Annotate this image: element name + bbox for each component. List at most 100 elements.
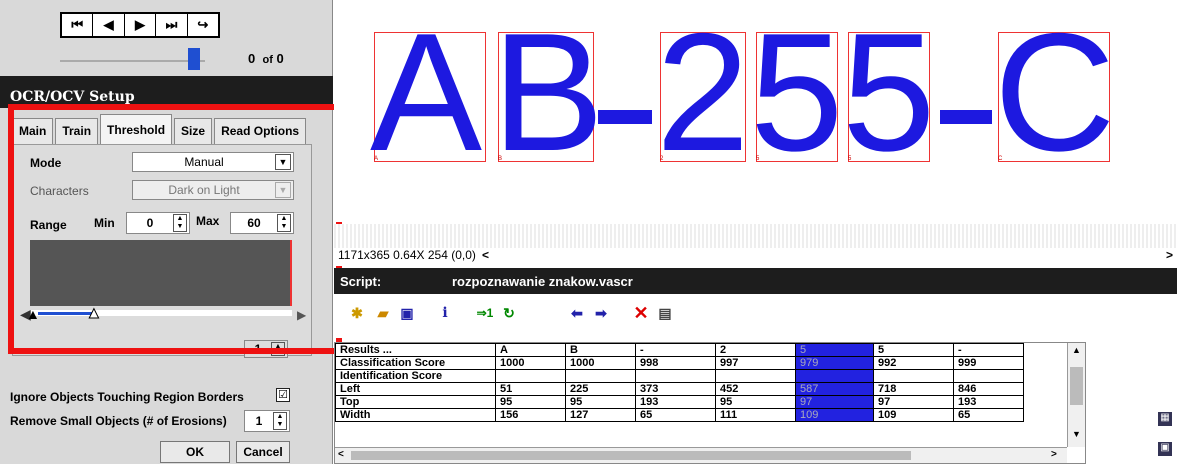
table-cell: 225 xyxy=(565,382,636,396)
frame-counter: 0 of 0 xyxy=(248,51,284,66)
table-cell: 998 xyxy=(635,356,716,370)
first-icon: ⏮ xyxy=(71,17,84,32)
table-cell: 452 xyxy=(715,382,796,396)
side-tool-icon[interactable]: ▦ xyxy=(1158,412,1172,426)
loop-icon: ↪ xyxy=(197,17,209,32)
cancel-button[interactable]: Cancel xyxy=(236,441,290,463)
first-frame-button[interactable]: ⏮ xyxy=(62,14,94,36)
table-header-cell: 5 xyxy=(795,343,874,357)
table-cell: 997 xyxy=(715,356,796,370)
char-label: 5 xyxy=(756,156,760,162)
table-cell: 111 xyxy=(715,408,796,422)
script-name: rozpoznawanie znakow.vascr xyxy=(452,274,633,289)
playback-controls: ⏮ ◀ ▶ ⏭ ↪ xyxy=(60,12,220,38)
table-row[interactable]: Classification Score 1000 1000 998 997 979 992… xyxy=(335,356,1024,370)
plate-char: 5 xyxy=(842,0,936,186)
table-cell: 992 xyxy=(873,356,954,370)
char-label: 5 xyxy=(848,156,852,162)
table-cell xyxy=(495,369,566,383)
table-header-cell: 5 xyxy=(873,343,954,357)
table-cell: 587 xyxy=(795,382,874,396)
last-icon: ⏭ xyxy=(165,17,178,32)
table-header-cell: - xyxy=(953,343,1024,357)
table-cell: 1000 xyxy=(565,356,636,370)
table-cell xyxy=(565,369,636,383)
plate-char: 2 xyxy=(656,0,750,186)
play-icon: ▶ xyxy=(135,17,146,32)
vertical-scrollbar-thumb[interactable] xyxy=(1070,367,1083,405)
image-background-strip xyxy=(334,224,1177,248)
status-text: 1171x365 0.64X 254 (0,0) xyxy=(338,248,476,262)
char-label: A xyxy=(374,156,379,162)
info-icon[interactable]: i xyxy=(434,302,456,324)
table-cell: 979 xyxy=(795,356,874,370)
table-cell: Identification Score xyxy=(335,369,496,383)
erosions-value: 1 xyxy=(255,414,263,428)
stepper-icon[interactable]: ▲ ▼ xyxy=(273,412,287,430)
table-cell xyxy=(635,369,716,383)
char-label: C xyxy=(998,156,1003,162)
status-bar: 1171x365 0.64X 254 (0,0) < > xyxy=(334,248,1177,266)
image-view[interactable]: A B 2 5 5 C A B 2 5 5 C xyxy=(334,0,1177,222)
scroll-up-icon[interactable]: ▲ xyxy=(1072,345,1081,355)
table-cell: 846 xyxy=(953,382,1024,396)
step-icon[interactable]: ⇒1 xyxy=(474,302,496,324)
play-button[interactable]: ▶ xyxy=(125,14,157,36)
table-row[interactable]: Top 95 95 193 95 97 97 193 xyxy=(335,395,1024,409)
side-save-icon[interactable]: ▣ xyxy=(1158,442,1172,456)
forward-icon[interactable]: ➡ xyxy=(590,302,612,324)
prev-frame-button[interactable]: ◀ xyxy=(93,14,125,36)
table-cell xyxy=(953,369,1024,383)
frame-slider-thumb[interactable] xyxy=(188,48,200,70)
ok-button[interactable]: OK xyxy=(160,441,230,463)
remove-small-label: Remove Small Objects (# of Erosions) xyxy=(10,414,227,428)
script-label: Script: xyxy=(340,274,382,289)
plate-dash xyxy=(940,110,992,124)
new-icon[interactable]: ✱ xyxy=(346,302,368,324)
table-cell: 95 xyxy=(715,395,796,409)
table-row[interactable]: Width 156 127 65 111 109 109 65 xyxy=(335,408,1024,422)
scroll-left-icon[interactable]: < xyxy=(482,248,489,262)
table-header-cell: A xyxy=(495,343,566,357)
table-cell: Top xyxy=(335,395,496,409)
erosions-stepper[interactable]: 1 ▲ ▼ xyxy=(244,410,290,432)
script-toolbar: ✱ ▰ ▣ i ⇒1 ↻ ⬅ ➡ ✕ ▤ xyxy=(334,294,1177,338)
frame-slider-track[interactable] xyxy=(60,60,205,62)
table-cell: 1000 xyxy=(495,356,566,370)
table-header-cell: Results ... xyxy=(335,343,496,357)
table-cell: Left xyxy=(335,382,496,396)
table-header-row: Results ... A B - 2 5 5 - xyxy=(335,343,1024,357)
plate-char: C xyxy=(994,0,1116,186)
table-cell: 51 xyxy=(495,382,566,396)
table-cell: 65 xyxy=(953,408,1024,422)
table-cell: Classification Score xyxy=(335,356,496,370)
results-table-panel: Results ... A B - 2 5 5 - Classification… xyxy=(334,342,1086,464)
scroll-down-icon[interactable]: ▼ xyxy=(1072,429,1081,439)
last-frame-button[interactable]: ⏭ xyxy=(156,14,188,36)
back-icon[interactable]: ⬅ xyxy=(566,302,588,324)
prev-icon: ◀ xyxy=(103,17,114,32)
properties-icon[interactable]: ▤ xyxy=(654,302,676,324)
plate-dash xyxy=(598,110,652,124)
scroll-left-icon[interactable]: < xyxy=(338,449,344,460)
open-icon[interactable]: ▰ xyxy=(372,302,394,324)
table-row[interactable]: Identification Score xyxy=(335,369,1024,383)
table-cell: 999 xyxy=(953,356,1024,370)
table-cell: 95 xyxy=(565,395,636,409)
table-cell: 97 xyxy=(795,395,874,409)
table-row[interactable]: Left 51 225 373 452 587 718 846 xyxy=(335,382,1024,396)
table-cell: 95 xyxy=(495,395,566,409)
refresh-icon[interactable]: ↻ xyxy=(498,302,520,324)
loop-button[interactable]: ↪ xyxy=(188,14,218,36)
save-icon[interactable]: ▣ xyxy=(396,302,418,324)
char-label: B xyxy=(498,156,503,162)
ignore-objects-checkbox[interactable]: ☑ xyxy=(276,388,290,402)
scroll-right-icon[interactable]: > xyxy=(1051,449,1057,460)
horizontal-scrollbar[interactable]: < > xyxy=(335,447,1067,463)
vertical-scrollbar[interactable]: ▲ ▼ xyxy=(1067,343,1085,447)
ignore-objects-label: Ignore Objects Touching Region Borders xyxy=(10,390,244,404)
scroll-right-icon[interactable]: > xyxy=(1166,248,1173,262)
horizontal-scrollbar-thumb[interactable] xyxy=(351,451,911,460)
delete-icon[interactable]: ✕ xyxy=(630,302,652,324)
table-cell xyxy=(873,369,954,383)
